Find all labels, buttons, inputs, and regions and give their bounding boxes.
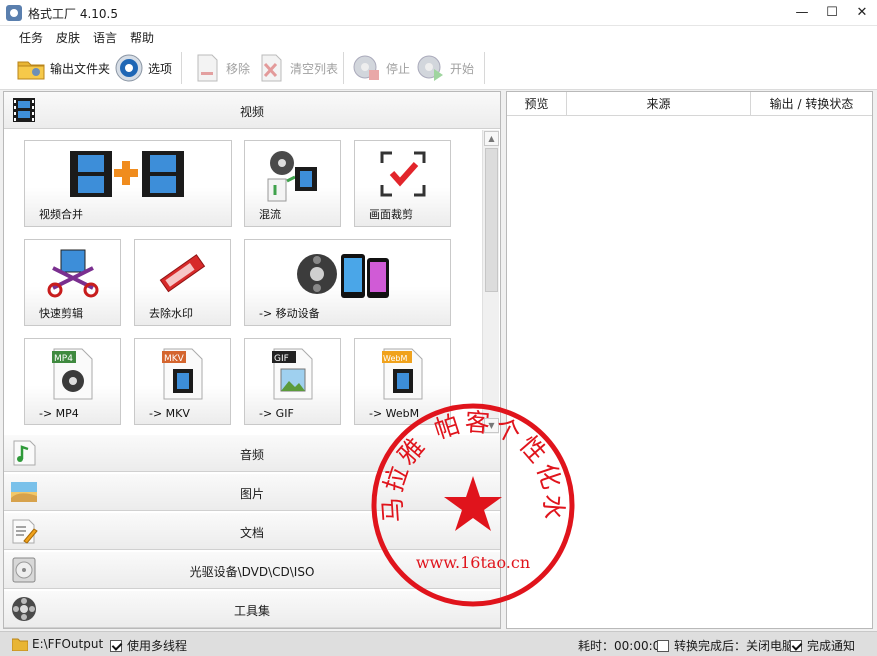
tile-crop-label: 画面裁剪 (369, 208, 413, 221)
clear-list-button[interactable]: 清空列表 (256, 52, 338, 84)
gif-badge: GIF (274, 354, 289, 364)
menu-skin[interactable]: 皮肤 (56, 29, 80, 46)
category-video-label: 视频 (239, 105, 264, 119)
output-folder-icon (12, 638, 28, 651)
stop-icon (353, 55, 379, 80)
mp4-badge: MP4 (54, 354, 73, 364)
close-button[interactable]: ✕ (847, 0, 877, 26)
crop-icon (380, 151, 425, 197)
scrollbar-thumb[interactable] (485, 148, 498, 292)
after-convert-checkbox[interactable] (657, 640, 669, 652)
toolbar-divider (484, 52, 485, 84)
tile-mp4[interactable]: MP4 -> MP4 (24, 338, 121, 425)
window-title: 格式工厂 4.10.5 (28, 7, 118, 21)
options-gear-icon (115, 54, 143, 82)
elapsed-time: 耗时：00:00:00 (578, 639, 668, 653)
tile-crop[interactable]: 画面裁剪 (354, 140, 451, 227)
tile-mkv[interactable]: MKV -> MKV (134, 338, 231, 425)
toolbar-divider (181, 52, 182, 84)
watermark-stamp: 喜马拉雅 帕客个性化水印 www.16tao.cn (370, 402, 575, 607)
video-tools-grid: 视频合并 混流 画面裁剪 快速剪辑 去除水印 -> 移动设备 MP4 -> MP… (4, 130, 482, 434)
mkv-file-icon: MKV (161, 348, 202, 400)
notify-toggle[interactable]: 完成通知 (790, 637, 855, 654)
stop-button[interactable]: 停止 (352, 52, 410, 84)
mobile-device-icon (296, 254, 389, 298)
start-label: 开始 (450, 61, 475, 76)
start-button[interactable]: 开始 (416, 52, 474, 84)
clear-list-label: 清空列表 (290, 61, 339, 76)
remove-button[interactable]: 移除 (192, 52, 250, 84)
multithread-toggle[interactable]: 使用多线程 (110, 637, 187, 654)
column-preview[interactable]: 预览 (507, 92, 567, 116)
output-folder-button[interactable]: 输出文件夹 (16, 52, 110, 84)
tile-video-merge[interactable]: 视频合并 (24, 140, 232, 227)
notify-checkbox[interactable] (790, 640, 802, 652)
toolbar: 输出文件夹 选项 移除 清空列表 停止 开始 (0, 46, 877, 90)
clear-list-icon (261, 54, 282, 82)
tile-mkv-label: -> MKV (149, 407, 190, 420)
tile-gif-label: -> GIF (259, 407, 294, 420)
tile-remove-watermark-label: 去除水印 (149, 307, 193, 320)
scroll-up-arrow-icon[interactable]: ▲ (484, 131, 499, 146)
multithread-checkbox[interactable] (110, 640, 122, 652)
options-button[interactable]: 选项 (114, 52, 172, 84)
column-output-status[interactable]: 输出 / 转换状态 (751, 92, 872, 116)
tile-quick-cut[interactable]: 快速剪辑 (24, 239, 121, 326)
remove-icon (197, 54, 218, 82)
mkv-badge: MKV (164, 354, 185, 364)
options-label: 选项 (148, 61, 173, 76)
menu-help[interactable]: 帮助 (130, 29, 154, 46)
mp4-file-icon: MP4 (51, 348, 92, 400)
tile-mobile-device-label: -> 移动设备 (259, 307, 320, 320)
tile-remove-watermark[interactable]: 去除水印 (134, 239, 231, 326)
column-source[interactable]: 来源 (567, 92, 751, 116)
menu-task[interactable]: 任务 (19, 29, 43, 46)
tile-mp4-label: -> MP4 (39, 407, 79, 420)
menu-language[interactable]: 语言 (93, 29, 117, 46)
tile-mux[interactable]: 混流 (244, 140, 341, 227)
remove-watermark-icon (159, 254, 205, 293)
mux-icon (267, 151, 317, 202)
maximize-button[interactable]: ☐ (817, 0, 847, 26)
tile-quick-cut-label: 快速剪辑 (39, 307, 83, 320)
minimize-button[interactable]: — (787, 0, 817, 26)
quick-cut-icon (47, 249, 98, 298)
star-icon (444, 476, 502, 531)
folder-icon (17, 61, 45, 80)
video-merge-icon (70, 151, 184, 197)
after-convert-label: 转换完成后：关闭电脑 (674, 639, 795, 653)
webm-badge: WebM (383, 354, 407, 363)
app-logo-icon (6, 5, 22, 21)
start-icon (417, 55, 443, 81)
output-folder-label: 输出文件夹 (50, 61, 111, 76)
status-bar: E:\FFOutput 使用多线程 耗时：00:00:00 转换完成后：关闭电脑… (0, 631, 877, 656)
after-convert-toggle[interactable]: 转换完成后：关闭电脑 (657, 637, 794, 654)
category-video[interactable]: 视频 (4, 92, 500, 129)
tile-gif[interactable]: GIF -> GIF (244, 338, 341, 425)
stop-label: 停止 (386, 61, 411, 76)
notify-label: 完成通知 (807, 639, 856, 653)
title-bar: 格式工厂 4.10.5 — ☐ ✕ (0, 0, 877, 26)
tile-mobile-device[interactable]: -> 移动设备 (244, 239, 451, 326)
gif-file-icon: GIF (271, 348, 312, 400)
tile-mux-label: 混流 (259, 208, 281, 221)
remove-label: 移除 (226, 61, 251, 76)
menu-bar: 任务 皮肤 语言 帮助 (0, 26, 877, 46)
webm-file-icon: WebM (381, 348, 422, 400)
watermark-url: www.16tao.cn (416, 553, 530, 572)
video-grid-scrollbar[interactable]: ▲ ▼ (482, 130, 499, 434)
task-list-header: 预览 来源 输出 / 转换状态 (507, 92, 872, 116)
tile-video-merge-label: 视频合并 (39, 208, 83, 221)
toolbar-divider (343, 52, 344, 84)
multithread-label: 使用多线程 (127, 639, 188, 653)
output-path[interactable]: E:\FFOutput (32, 637, 103, 651)
